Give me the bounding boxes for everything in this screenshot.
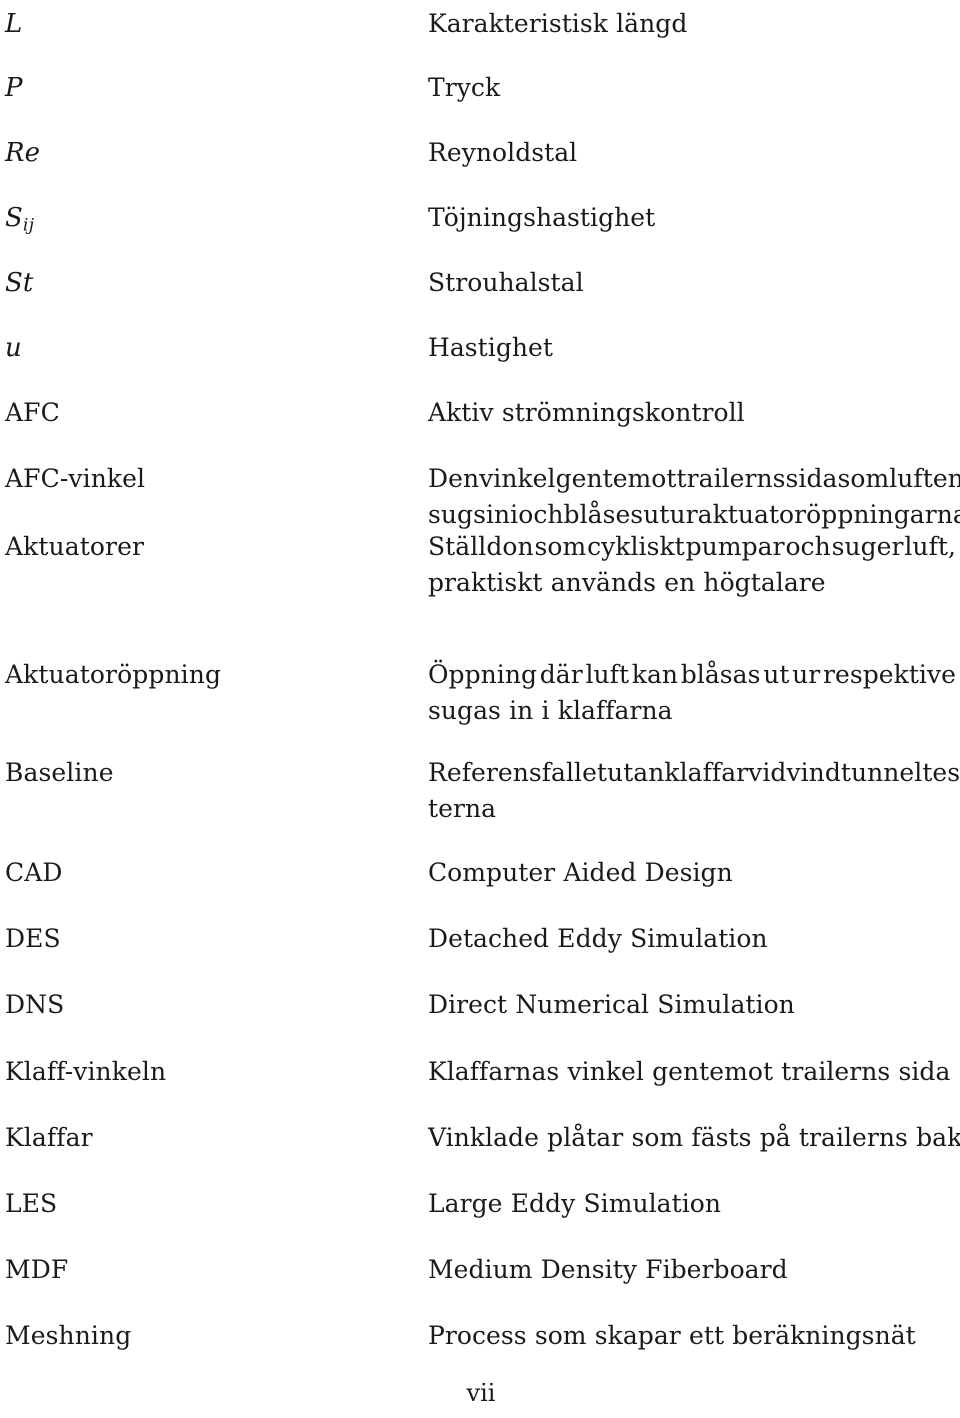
term-subscript: ij xyxy=(22,215,35,236)
description-line: sugas in i klaffarna xyxy=(428,696,673,725)
nomenclature-description: Ställdon som cykliskt pumpar och suger luft, pr… xyxy=(428,529,956,601)
nomenclature-term: MDF xyxy=(5,1255,69,1284)
description-line: Large Eddy Simulation xyxy=(428,1189,722,1218)
nomenclature-term: Re xyxy=(5,138,41,168)
nomenclature-term: Klaffar xyxy=(5,1123,93,1152)
description-line: Aktiv strömningskontroll xyxy=(428,398,745,427)
nomenclature-description: Karakteristisk längd xyxy=(428,6,956,42)
nomenclature-description: Direct Numerical Simulation xyxy=(428,987,956,1023)
nomenclature-description: Referensfallet utan klaffar vid vindtunnelte… xyxy=(428,755,960,827)
nomenclature-term: DNS xyxy=(5,990,65,1019)
description-line: Process som skapar ett beräkningsnät xyxy=(428,1321,916,1350)
page-folio: vii xyxy=(0,1378,960,1408)
nomenclature-description: Strouhalstal xyxy=(428,265,956,301)
nomenclature-term: Aktuatorer xyxy=(5,532,145,561)
description-line: Karakteristisk längd xyxy=(428,9,688,38)
nomenclature-term: DES xyxy=(5,924,61,953)
nomenclature-term: St xyxy=(5,268,34,298)
nomenclature-term: AFC-vinkel xyxy=(5,464,146,493)
nomenclature-term: CAD xyxy=(5,858,63,887)
description-line: Hastighet xyxy=(428,333,553,362)
description-line: Vinklade plåtar som fästs på trailerns b… xyxy=(428,1123,960,1152)
description-line: Tryck xyxy=(428,73,501,102)
description-line: Öppning där luft kan blåsas ut ur respektive xyxy=(428,660,956,689)
nomenclature-description: Hastighet xyxy=(428,330,956,366)
nomenclature-description: Detached Eddy Simulation xyxy=(428,921,956,957)
description-line: Computer Aided Design xyxy=(428,858,733,887)
description-line: Töjningshastighet xyxy=(428,203,656,232)
description-line: Strouhalstal xyxy=(428,268,584,297)
description-line: terna xyxy=(428,794,497,823)
description-line: Reynoldstal xyxy=(428,138,578,167)
document-page: L Karakteristisk längd P Tryck Re Reynoldstal… xyxy=(0,0,960,1418)
nomenclature-description: Computer Aided Design xyxy=(428,855,956,891)
term-base: S xyxy=(5,203,23,233)
description-line: Detached Eddy Simulation xyxy=(428,924,768,953)
nomenclature-description: Tryck xyxy=(428,70,956,106)
nomenclature-description: Process som skapar ett beräkningsnät xyxy=(428,1318,956,1354)
page-number: vii xyxy=(466,1379,496,1407)
description-line: Referensfallet utan klaffar vid vindtunnelte… xyxy=(428,758,960,787)
nomenclature-description: Öppning där luft kan blåsas ut ur respektive sug… xyxy=(428,657,956,729)
description-line: praktiskt används en högtalare xyxy=(428,568,826,597)
nomenclature-description: Vinklade plåtar som fästs på trailerns b… xyxy=(428,1120,960,1156)
nomenclature-description: Töjningshastighet xyxy=(428,200,956,236)
nomenclature-description: Reynoldstal xyxy=(428,135,956,171)
nomenclature-description: Klaffarnas vinkel gentemot trailerns sid… xyxy=(428,1054,956,1090)
nomenclature-term: u xyxy=(5,333,22,363)
nomenclature-description: Medium Density Fiberboard xyxy=(428,1252,956,1288)
nomenclature-term: AFC xyxy=(5,398,60,427)
description-line: Den vinkel gentemot trailerns sida som luften xyxy=(428,464,960,493)
nomenclature-description: Large Eddy Simulation xyxy=(428,1186,956,1222)
nomenclature-term: Klaff-vinkeln xyxy=(5,1057,167,1086)
nomenclature-term: Aktuatoröppning xyxy=(5,660,222,689)
description-line: Medium Density Fiberboard xyxy=(428,1255,788,1284)
nomenclature-description: Den vinkel gentemot trailerns sida som luften s… xyxy=(428,461,960,533)
description-line: Klaffarnas vinkel gentemot trailerns sid… xyxy=(428,1057,951,1086)
description-line: Direct Numerical Simulation xyxy=(428,990,795,1019)
nomenclature-term: Sij xyxy=(5,200,420,243)
nomenclature-term: Meshning xyxy=(5,1321,132,1350)
nomenclature-description: Aktiv strömningskontroll xyxy=(428,395,956,431)
nomenclature-term: LES xyxy=(5,1189,58,1218)
nomenclature-term: Baseline xyxy=(5,758,114,787)
description-line: Ställdon som cykliskt pumpar och suger luft, xyxy=(428,532,956,561)
nomenclature-term: P xyxy=(5,73,23,103)
description-line: sugs in i och blåses ut ur aktuatoröppningarna xyxy=(428,500,960,529)
nomenclature-term: L xyxy=(5,9,23,39)
